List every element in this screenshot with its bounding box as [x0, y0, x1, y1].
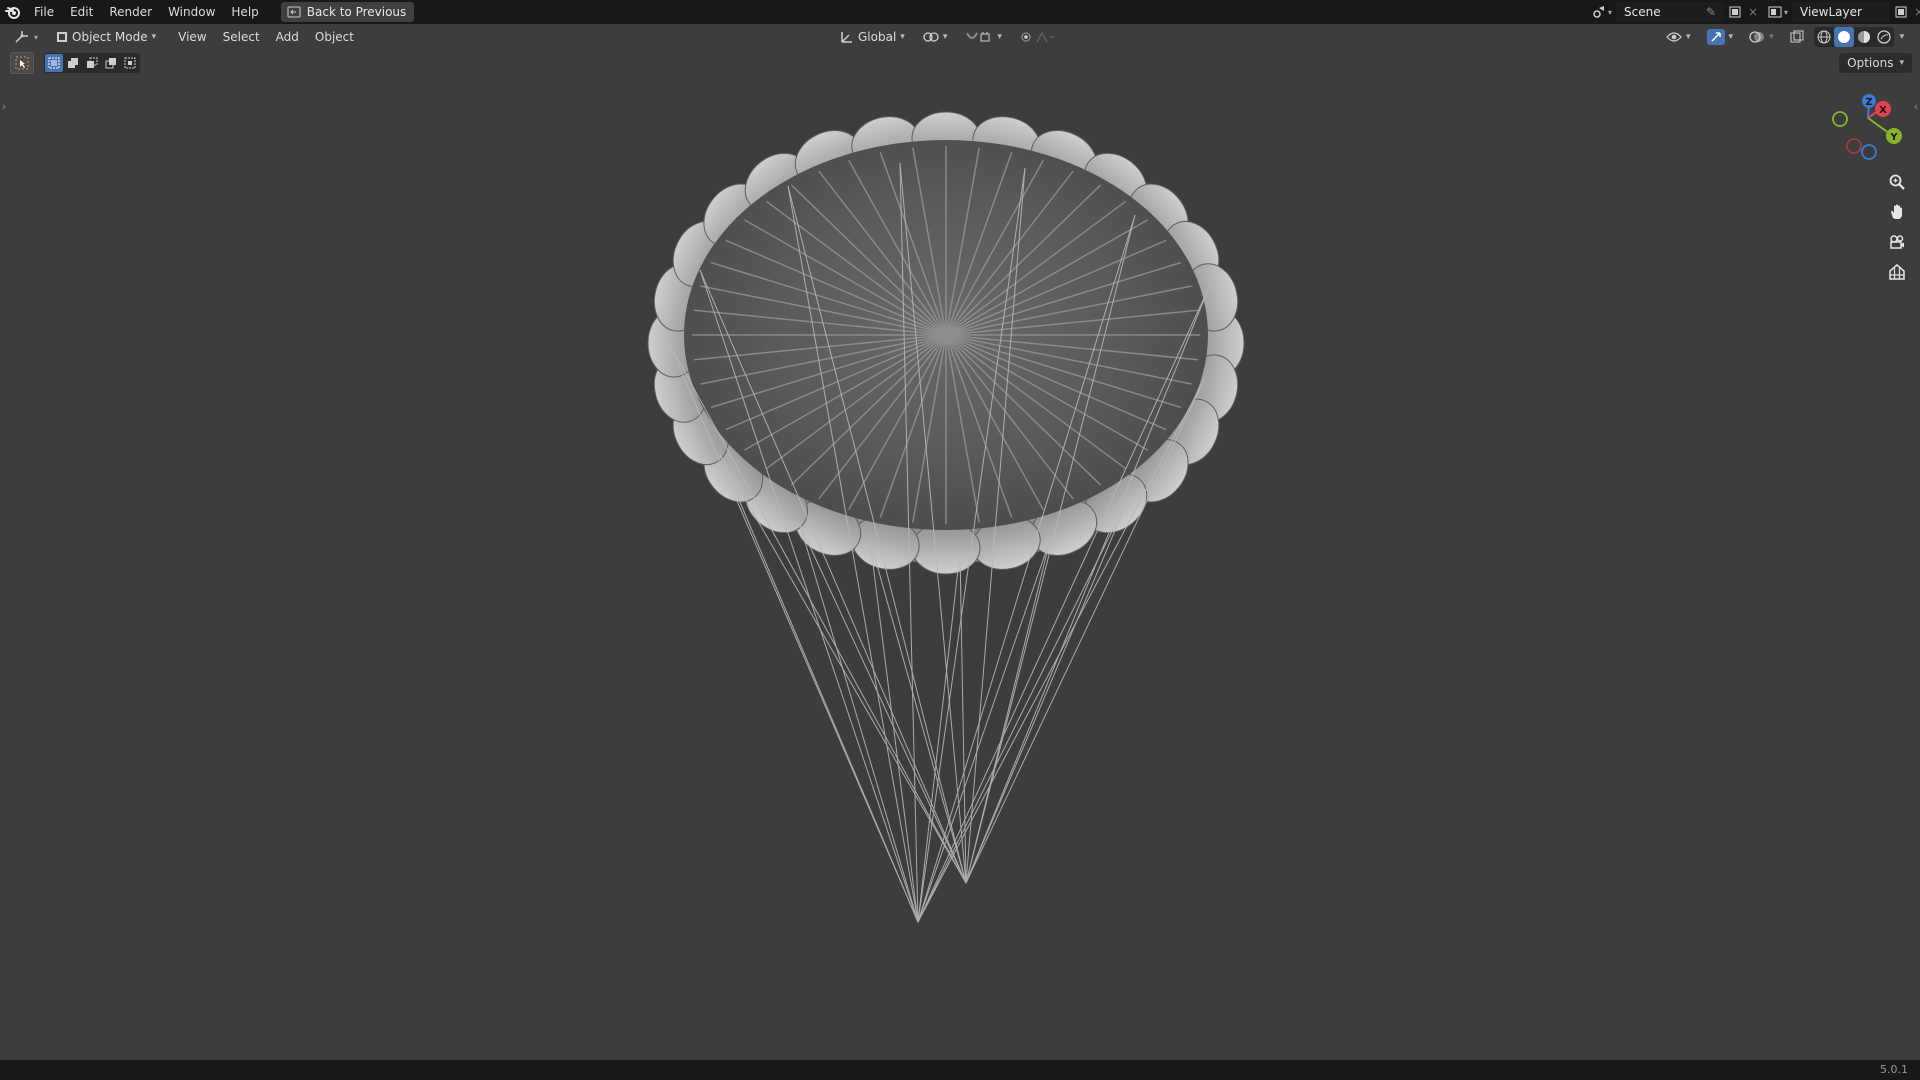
object-mode-label: Object Mode [72, 30, 148, 44]
grid-icon[interactable] [1883, 258, 1911, 286]
proportional-edit-icon [1020, 30, 1056, 44]
suspension-line [799, 524, 967, 884]
view-layer-browse-icon[interactable]: ▾ [1764, 2, 1792, 22]
object-mode-icon [56, 31, 68, 43]
menu-file[interactable]: File [26, 0, 62, 24]
top-bar: File Edit Render Window Help Back to Pre… [0, 0, 1920, 24]
chevron-down-icon: ▾ [1769, 32, 1774, 42]
zoom-icon[interactable] [1883, 168, 1911, 196]
suspension-line [917, 551, 961, 923]
chevron-down-icon: ▾ [1728, 32, 1734, 42]
gizmo-neg-y-handle[interactable] [1832, 111, 1848, 127]
chevron-down-icon: ▾ [997, 32, 1002, 42]
new-view-layer-icon[interactable] [1890, 2, 1912, 22]
menu-edit[interactable]: Edit [62, 0, 101, 24]
blender-logo-icon[interactable] [0, 0, 26, 24]
editor-type-icon[interactable]: ▾ [8, 27, 44, 47]
suspension-line [799, 524, 919, 923]
back-to-previous-label: Back to Previous [306, 5, 407, 19]
rendered-shading-icon[interactable] [1874, 30, 1894, 44]
transform-orientation-icon [840, 30, 854, 44]
gizmo-y-label: Y [1889, 132, 1898, 143]
shading-options-chevron-icon[interactable]: ▾ [1898, 32, 1907, 42]
back-to-previous-button[interactable]: Back to Previous [280, 2, 415, 22]
viewport-header: ▾ Object Mode ▾ View Select Add Object G… [0, 24, 1920, 50]
gizmo-icon [1706, 29, 1725, 45]
view-layer-selector: ▾ ViewLayer × [1764, 2, 1920, 22]
view-layer-name: ViewLayer [1800, 5, 1862, 19]
material-shading-icon[interactable] [1854, 30, 1874, 44]
gizmo-x-label: X [1879, 105, 1887, 116]
scene-selector: ▾ Scene ✎ × [1588, 2, 1760, 22]
chevron-down-icon: ▾ [1686, 32, 1691, 42]
scene-browse-icon[interactable]: ▾ [1588, 2, 1616, 22]
navigation-gizmo[interactable]: X Y Z [1820, 88, 1916, 168]
snap-icon [965, 30, 993, 44]
header-menu-object[interactable]: Object [307, 25, 362, 49]
suspension-line [965, 539, 1051, 884]
viewport-display-tools: ▾ ▾ ▾ ▾ [1660, 27, 1906, 47]
menu-window[interactable]: Window [160, 0, 223, 24]
chevron-down-icon: ▾ [942, 32, 948, 42]
camera-icon[interactable] [1883, 228, 1911, 256]
chevron-down-icon: ▾ [900, 32, 905, 42]
chevron-down-icon: ▾ [151, 32, 157, 42]
transform-orientation-dropdown[interactable]: Global ▾ [834, 27, 911, 47]
transform-tools: Global ▾ ▾ ▾ [834, 27, 1062, 47]
status-bar: 5.0.1 [0, 1060, 1920, 1080]
gizmo-neg-z-handle[interactable] [1861, 144, 1877, 160]
object-mode-dropdown[interactable]: Object Mode ▾ [50, 27, 162, 47]
shading-mode-group [1813, 27, 1894, 47]
gizmo-neg-x-handle[interactable] [1846, 138, 1862, 154]
scene-name: Scene [1624, 5, 1661, 19]
wireframe-shading-icon[interactable] [1814, 30, 1834, 44]
overlay-icon [1749, 30, 1765, 44]
snap-toggle[interactable]: ▾ [959, 27, 1008, 47]
hand-pan-icon[interactable] [1883, 198, 1911, 226]
pivot-point-dropdown[interactable]: ▾ [917, 27, 954, 47]
suspension-line [869, 539, 967, 884]
xray-toggle[interactable] [1784, 27, 1810, 47]
scene-name-field[interactable]: Scene ✎ [1616, 2, 1724, 22]
pivot-icon [923, 30, 939, 44]
new-scene-icon[interactable] [1724, 2, 1746, 22]
parachute-model[interactable] [0, 50, 1920, 1060]
header-menu-view[interactable]: View [170, 25, 214, 49]
gizmo-z-label: Z [1865, 97, 1872, 108]
delete-view-layer-icon[interactable]: × [1912, 2, 1920, 22]
pin-icon[interactable]: ✎ [1706, 5, 1716, 19]
delete-scene-icon[interactable]: × [1746, 2, 1760, 22]
version-label: 5.0.1 [1880, 1063, 1908, 1076]
3d-viewport[interactable] [0, 50, 1920, 1060]
overlay-toggle[interactable]: ▾ [1743, 27, 1780, 47]
header-menu-select[interactable]: Select [215, 25, 268, 49]
orientation-label: Global [858, 30, 897, 44]
visibility-icon [1666, 31, 1682, 43]
solid-shading-icon[interactable] [1833, 27, 1854, 47]
canopy-gores [691, 145, 1201, 525]
back-icon [287, 6, 301, 18]
xray-icon [1790, 30, 1804, 44]
menu-render[interactable]: Render [101, 0, 160, 24]
view-layer-field[interactable]: ViewLayer [1792, 2, 1890, 22]
visibility-dropdown[interactable]: ▾ [1660, 27, 1697, 47]
gizmo-toggle[interactable]: ▾ [1701, 27, 1740, 47]
proportional-edit-toggle[interactable] [1014, 27, 1062, 47]
header-menu-add[interactable]: Add [268, 25, 307, 49]
menu-help[interactable]: Help [223, 0, 266, 24]
